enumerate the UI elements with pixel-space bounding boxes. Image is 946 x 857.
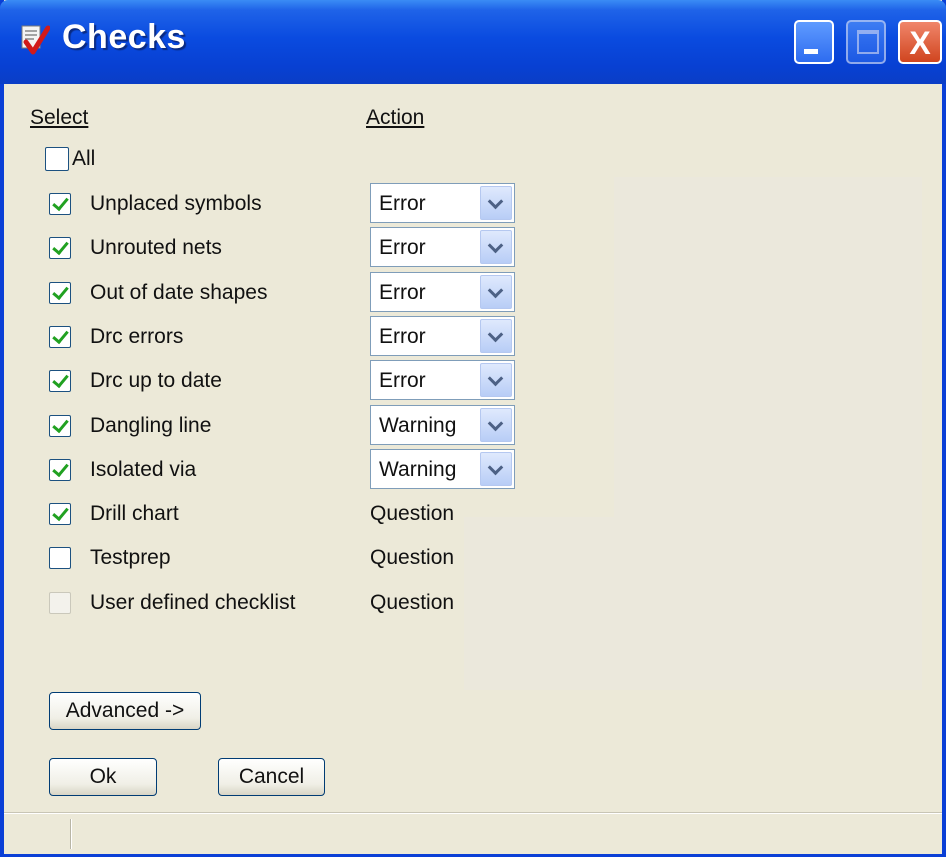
status-bar bbox=[4, 812, 942, 854]
action-dropdown[interactable]: Error bbox=[370, 360, 515, 400]
check-checkbox[interactable] bbox=[49, 547, 71, 569]
action-dropdown[interactable]: Error bbox=[370, 183, 515, 223]
status-panel bbox=[76, 819, 936, 849]
action-header: Action bbox=[366, 106, 425, 129]
check-label: Isolated via bbox=[90, 458, 197, 481]
chevron-down-icon[interactable] bbox=[480, 452, 512, 486]
check-checkbox[interactable] bbox=[49, 459, 71, 481]
check-label: Drc errors bbox=[90, 325, 184, 348]
chevron-down-icon[interactable] bbox=[480, 186, 512, 220]
cancel-button[interactable]: Cancel bbox=[218, 758, 325, 796]
chevron-down-icon[interactable] bbox=[480, 319, 512, 353]
chevron-down-icon[interactable] bbox=[480, 230, 512, 264]
action-dropdown[interactable]: Error bbox=[370, 272, 515, 312]
action-dropdown[interactable]: Error bbox=[370, 316, 515, 356]
check-label: Dangling line bbox=[90, 414, 212, 437]
app-icon bbox=[21, 25, 50, 55]
window-title: Checks bbox=[62, 18, 186, 56]
check-checkbox[interactable] bbox=[49, 237, 71, 259]
check-checkbox[interactable] bbox=[49, 503, 71, 525]
action-value: Warning bbox=[379, 458, 457, 481]
action-value: Error bbox=[379, 325, 426, 348]
check-label: Unplaced symbols bbox=[90, 192, 262, 215]
advanced-button[interactable]: Advanced -> bbox=[49, 692, 201, 730]
check-checkbox[interactable] bbox=[49, 326, 71, 348]
check-label: Drill chart bbox=[90, 502, 179, 525]
check-checkbox[interactable] bbox=[49, 415, 71, 437]
maximize-button[interactable] bbox=[846, 20, 886, 64]
chevron-down-icon[interactable] bbox=[480, 363, 512, 397]
action-value: Error bbox=[379, 236, 426, 259]
action-dropdown[interactable]: Warning bbox=[370, 449, 515, 489]
check-label: User defined checklist bbox=[90, 591, 296, 614]
check-label: Unrouted nets bbox=[90, 236, 222, 259]
check-checkbox[interactable] bbox=[49, 282, 71, 304]
action-value: Error bbox=[379, 192, 426, 215]
status-panel bbox=[8, 819, 71, 849]
close-button[interactable]: X bbox=[898, 20, 942, 64]
check-checkbox bbox=[49, 592, 71, 614]
check-label: Out of date shapes bbox=[90, 281, 268, 304]
check-checkbox[interactable] bbox=[49, 193, 71, 215]
action-text: Question bbox=[370, 502, 455, 525]
select-all-label: All bbox=[72, 147, 96, 170]
action-value: Warning bbox=[379, 414, 457, 437]
close-icon: X bbox=[909, 25, 931, 61]
select-header: Select bbox=[30, 106, 89, 129]
action-value: Error bbox=[379, 281, 426, 304]
select-all-checkbox[interactable] bbox=[45, 147, 69, 171]
background-panel bbox=[464, 517, 922, 690]
checks-dialog: Checks X Select Action All Unplaced symb… bbox=[0, 0, 946, 857]
action-value: Error bbox=[379, 369, 426, 392]
action-text: Question bbox=[370, 591, 455, 614]
check-label: Drc up to date bbox=[90, 369, 222, 392]
check-label: Testprep bbox=[90, 546, 171, 569]
ok-button[interactable]: Ok bbox=[49, 758, 157, 796]
background-panel bbox=[614, 177, 922, 517]
minimize-button[interactable] bbox=[794, 20, 834, 64]
action-text: Question bbox=[370, 546, 455, 569]
action-dropdown[interactable]: Error bbox=[370, 227, 515, 267]
chevron-down-icon[interactable] bbox=[480, 275, 512, 309]
check-checkbox[interactable] bbox=[49, 370, 71, 392]
action-dropdown[interactable]: Warning bbox=[370, 405, 515, 445]
chevron-down-icon[interactable] bbox=[480, 408, 512, 442]
title-bar[interactable]: Checks X bbox=[0, 0, 946, 84]
